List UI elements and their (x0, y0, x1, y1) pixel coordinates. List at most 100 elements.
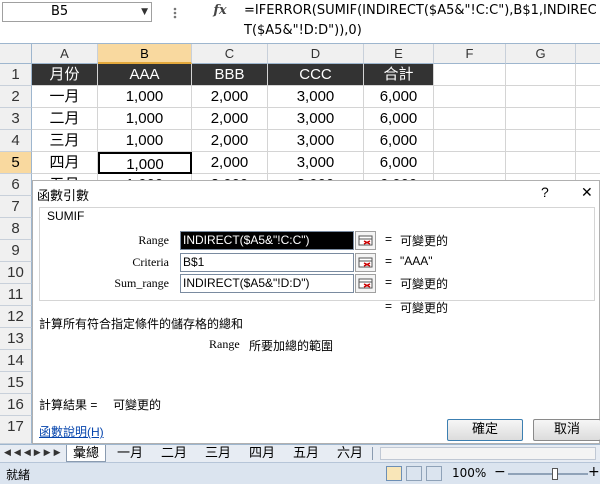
table-cell[interactable]: 一月 (32, 86, 98, 108)
tab-apr[interactable]: 四月 (242, 445, 282, 462)
row-header-17[interactable]: 17 (0, 416, 32, 444)
close-icon[interactable]: ✕ (581, 184, 593, 201)
range-input[interactable]: INDIRECT($A5&"!C:C") (180, 231, 354, 250)
normal-view-icon[interactable] (386, 466, 402, 481)
collapse-dialog-button[interactable] (355, 274, 376, 293)
zoom-slider-track[interactable] (508, 473, 588, 475)
active-cell-b5[interactable]: 1,000 (98, 152, 192, 174)
tab-summary[interactable]: 彙總 (66, 445, 106, 462)
row-header-16[interactable]: 16 (0, 394, 32, 416)
row-header-15[interactable]: 15 (0, 372, 32, 394)
table-cell[interactable]: 6,000 (364, 152, 434, 174)
gridline (505, 64, 506, 180)
ok-button[interactable]: 確定 (447, 419, 523, 441)
table-cell[interactable]: 6,000 (364, 108, 434, 130)
column-header-d[interactable]: D (268, 44, 364, 64)
select-all-corner[interactable] (0, 44, 32, 64)
table-header-cell[interactable]: 合計 (364, 64, 434, 86)
table-cell[interactable]: 3,000 (268, 152, 364, 174)
formula-bar: B5 ▼ fx =IFERROR(SUMIF(INDIRECT($A5&"!C:… (0, 0, 600, 44)
zoom-slider-handle[interactable] (552, 468, 558, 480)
table-cell[interactable]: 1,000 (98, 86, 192, 108)
overall-result: 可變更的 (400, 301, 449, 315)
row-header-3[interactable]: 3 (0, 108, 32, 130)
table-header-cell[interactable]: CCC (268, 64, 364, 86)
tab-scroll-buttons[interactable]: ◀◀◀▶▶▶ (4, 446, 66, 461)
table-cell[interactable]: 3,000 (268, 86, 364, 108)
row-header-8[interactable]: 8 (0, 218, 32, 240)
column-header-next[interactable] (576, 44, 600, 64)
table-cell[interactable]: 3,000 (268, 130, 364, 152)
chevron-down-icon[interactable]: ▼ (141, 3, 148, 21)
table-cell[interactable]: 6,000 (364, 130, 434, 152)
arg-detail-name: Range (209, 337, 240, 351)
table-cell[interactable]: 二月 (32, 108, 98, 130)
table-cell[interactable]: 6,000 (364, 86, 434, 108)
equals-sign: = (385, 299, 393, 313)
zoom-level[interactable]: 100% (452, 466, 486, 480)
table-cell[interactable]: 1,000 (98, 108, 192, 130)
status-mode: 就緒 (6, 468, 31, 482)
table-cell[interactable]: 2,000 (192, 108, 268, 130)
row-header-5[interactable]: 5 (0, 152, 32, 174)
cancel-button[interactable]: 取消 (533, 419, 600, 441)
column-header-c[interactable]: C (192, 44, 268, 64)
zoom-out-button[interactable]: − (494, 464, 506, 480)
tab-splitter[interactable] (372, 447, 378, 460)
row-header-6[interactable]: 6 (0, 174, 32, 196)
collapse-dialog-button[interactable] (355, 231, 376, 250)
criteria-input[interactable]: B$1 (180, 253, 354, 272)
tab-jun[interactable]: 六月 (330, 445, 370, 462)
name-box-value: B5 (51, 4, 69, 19)
column-header-e[interactable]: E (364, 44, 434, 64)
table-header-cell[interactable]: 月份 (32, 64, 98, 86)
row-header-13[interactable]: 13 (0, 328, 32, 350)
table-cell[interactable]: 三月 (32, 130, 98, 152)
page-layout-icon[interactable] (406, 466, 422, 481)
row-header-1[interactable]: 1 (0, 64, 32, 86)
function-help-link[interactable]: 函數說明(H) (39, 423, 104, 440)
table-cell[interactable]: 3,000 (268, 108, 364, 130)
row-header-9[interactable]: 9 (0, 240, 32, 262)
row-header-10[interactable]: 10 (0, 262, 32, 284)
arg-detail-text: 所要加總的範圍 (249, 339, 334, 353)
column-header-a[interactable]: A (32, 44, 98, 64)
function-arguments-dialog: 函數引數 ? ✕ SUMIF Range INDIRECT($A5&"!C:C"… (32, 180, 600, 444)
table-cell[interactable]: 2,000 (192, 130, 268, 152)
tab-may[interactable]: 五月 (286, 445, 326, 462)
arg-result-range: 可變更的 (400, 234, 449, 248)
page-break-icon[interactable] (426, 466, 442, 481)
arg-label-criteria: Criteria (132, 255, 169, 269)
table-cell[interactable]: 1,000 (98, 130, 192, 152)
equals-sign: = (385, 275, 393, 289)
name-box[interactable]: B5 ▼ (2, 2, 152, 22)
table-header-cell[interactable]: AAA (98, 64, 192, 86)
horizontal-scrollbar[interactable] (380, 447, 596, 460)
row-header-12[interactable]: 12 (0, 306, 32, 328)
column-header-f[interactable]: F (434, 44, 506, 64)
zoom-in-button[interactable]: + (588, 464, 600, 480)
row-header-2[interactable]: 2 (0, 86, 32, 108)
arg-label-range: Range (138, 233, 169, 247)
row-header-4[interactable]: 4 (0, 130, 32, 152)
sheet-tab-bar: ◀◀◀▶▶▶ 彙總 一月 二月 三月 四月 五月 六月 (0, 444, 600, 462)
tab-feb[interactable]: 二月 (154, 445, 194, 462)
row-header-7[interactable]: 7 (0, 196, 32, 218)
column-header-b[interactable]: B (98, 44, 192, 64)
row-header-11[interactable]: 11 (0, 284, 32, 306)
tab-jan[interactable]: 一月 (110, 445, 150, 462)
collapse-dialog-button[interactable] (355, 253, 376, 272)
sum-range-input[interactable]: INDIRECT($A5&"!D:D") (180, 274, 354, 293)
table-cell[interactable]: 四月 (32, 152, 98, 174)
insert-function-button[interactable]: fx (206, 2, 234, 22)
formula-input[interactable]: =IFERROR(SUMIF(INDIRECT($A5&"!C:C"),B$1,… (240, 0, 598, 44)
column-header-g[interactable]: G (506, 44, 576, 64)
table-header-cell[interactable]: BBB (192, 64, 268, 86)
status-bar: 就緒 100% − + (0, 462, 600, 484)
table-cell[interactable]: 2,000 (192, 86, 268, 108)
arg-result-sum-range: 可變更的 (400, 277, 449, 291)
row-header-14[interactable]: 14 (0, 350, 32, 372)
table-cell[interactable]: 2,000 (192, 152, 268, 174)
tab-mar[interactable]: 三月 (198, 445, 238, 462)
help-icon[interactable]: ? (541, 184, 549, 200)
